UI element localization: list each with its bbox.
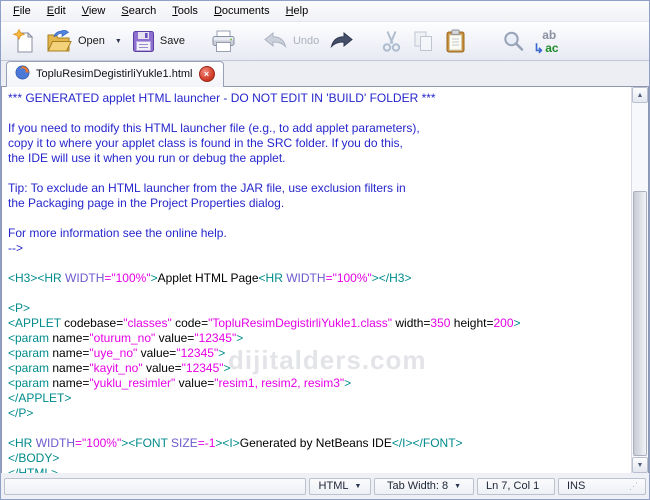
save-floppy-icon	[132, 30, 155, 53]
toolbar: Open ▼ Save Undo ab ↳ ac	[1, 22, 649, 61]
menu-search[interactable]: Search	[113, 3, 164, 19]
code-line: <param name="oturum_no" value="12345">	[8, 331, 244, 345]
code-line: <param name="uye_no" value="12345">	[8, 346, 226, 360]
save-label: Save	[159, 35, 185, 47]
cut-button[interactable]	[376, 27, 407, 56]
vertical-scrollbar[interactable]: ▲ ▼	[631, 87, 648, 473]
status-bar: HTML ▼ Tab Width: 8 ▼ Ln 7, Col 1 INS ⋰	[1, 473, 649, 499]
menu-edit[interactable]: Edit	[39, 3, 74, 19]
insert-mode-indicator: INS ⋰	[558, 477, 646, 495]
document-tab[interactable]: TopluResimDegistirliYukle1.html ×	[6, 61, 224, 87]
text-editor-window: File Edit View Search Tools Documents Help Ope…	[0, 0, 650, 500]
code-line: <param name="yuklu_resimler" value="resi…	[8, 376, 352, 390]
code-line: <HR WIDTH="100%"><FONT SIZE=-1><I>Genera…	[8, 436, 463, 450]
menu-file[interactable]: File	[5, 3, 39, 19]
scroll-up-icon[interactable]: ▲	[632, 87, 648, 103]
cursor-position: Ln 7, Col 1	[477, 477, 555, 495]
code-line: Tip: To exclude an HTML launcher from th…	[8, 181, 406, 195]
code-line: -->	[8, 241, 23, 255]
paste-button[interactable]	[440, 26, 471, 56]
code-line: <param name="kayit_no" value="12345">	[8, 361, 231, 375]
print-icon	[211, 30, 236, 53]
find-icon	[502, 30, 525, 53]
scrollbar-thumb[interactable]	[633, 191, 647, 456]
redo-icon	[329, 31, 355, 51]
close-icon[interactable]: ×	[198, 66, 215, 82]
code-line: <P>	[8, 301, 31, 315]
chevron-down-icon: ▼	[454, 482, 462, 490]
chevron-down-icon: ▼	[354, 482, 362, 490]
code-line: *** GENERATED applet HTML launcher - DO …	[8, 91, 436, 105]
undo-icon	[262, 31, 288, 51]
code-line: <APPLET codebase="classes" code="TopluRe…	[8, 316, 521, 330]
menu-help[interactable]: Help	[278, 3, 317, 19]
tab-width-label: Tab Width: 8	[386, 480, 449, 492]
insert-mode-label: INS	[567, 480, 586, 492]
open-button[interactable]: Open ▼	[41, 27, 127, 56]
replace-icon: ab ↳ ac	[533, 27, 559, 56]
code-line: </APPLET>	[8, 391, 72, 405]
tab-strip: TopluResimDegistirliYukle1.html ×	[1, 61, 649, 87]
open-folder-icon	[46, 29, 73, 53]
find-button[interactable]	[497, 27, 530, 56]
code-line: copy it to where your applet class is fo…	[8, 136, 403, 150]
print-button[interactable]	[206, 27, 241, 56]
paste-icon	[445, 29, 466, 53]
open-label: Open	[78, 35, 105, 47]
cursor-position-label: Ln 7, Col 1	[486, 480, 540, 492]
code-line: For more information see the online help…	[8, 226, 227, 240]
undo-label: Undo	[292, 35, 320, 47]
resize-grip-icon[interactable]: ⋰	[629, 481, 638, 492]
new-button[interactable]	[7, 26, 41, 57]
tab-width-selector[interactable]: Tab Width: 8 ▼	[374, 477, 474, 495]
copy-button[interactable]	[407, 27, 440, 56]
code-line: </BODY>	[8, 451, 60, 465]
menu-tools[interactable]: Tools	[164, 3, 206, 19]
redo-button[interactable]	[324, 28, 360, 54]
editor-area[interactable]: dijitalders.com *** GENERATED applet HTM…	[1, 87, 649, 473]
language-label: HTML	[318, 480, 349, 492]
code-line: </HTML>	[8, 466, 59, 473]
menu-bar: File Edit View Search Tools Documents Help	[1, 1, 649, 22]
code-area[interactable]: *** GENERATED applet HTML launcher - DO …	[2, 87, 632, 473]
new-document-icon	[12, 28, 36, 54]
chevron-down-icon[interactable]: ▼	[115, 38, 122, 45]
code-line: the IDE will use it when you run or debu…	[8, 151, 286, 165]
menu-documents[interactable]: Documents	[206, 3, 278, 19]
save-button[interactable]: Save	[127, 27, 190, 56]
code-line: the Packaging page in the Project Proper…	[8, 196, 285, 210]
language-selector[interactable]: HTML ▼	[309, 477, 371, 495]
scroll-down-icon[interactable]: ▼	[632, 457, 648, 473]
menu-view[interactable]: View	[74, 3, 114, 19]
undo-button[interactable]: Undo	[257, 28, 324, 54]
cut-icon	[381, 30, 402, 53]
code-line: If you need to modify this HTML launcher…	[8, 121, 420, 135]
status-message-area	[4, 477, 306, 495]
code-line: <H3><HR WIDTH="100%">Applet HTML Page<HR…	[8, 271, 412, 285]
code-line: </P>	[8, 406, 34, 420]
replace-button[interactable]: ab ↳ ac	[530, 26, 564, 57]
copy-icon	[412, 30, 435, 53]
html-file-icon	[15, 65, 30, 83]
tab-title: TopluResimDegistirliYukle1.html	[36, 68, 193, 80]
